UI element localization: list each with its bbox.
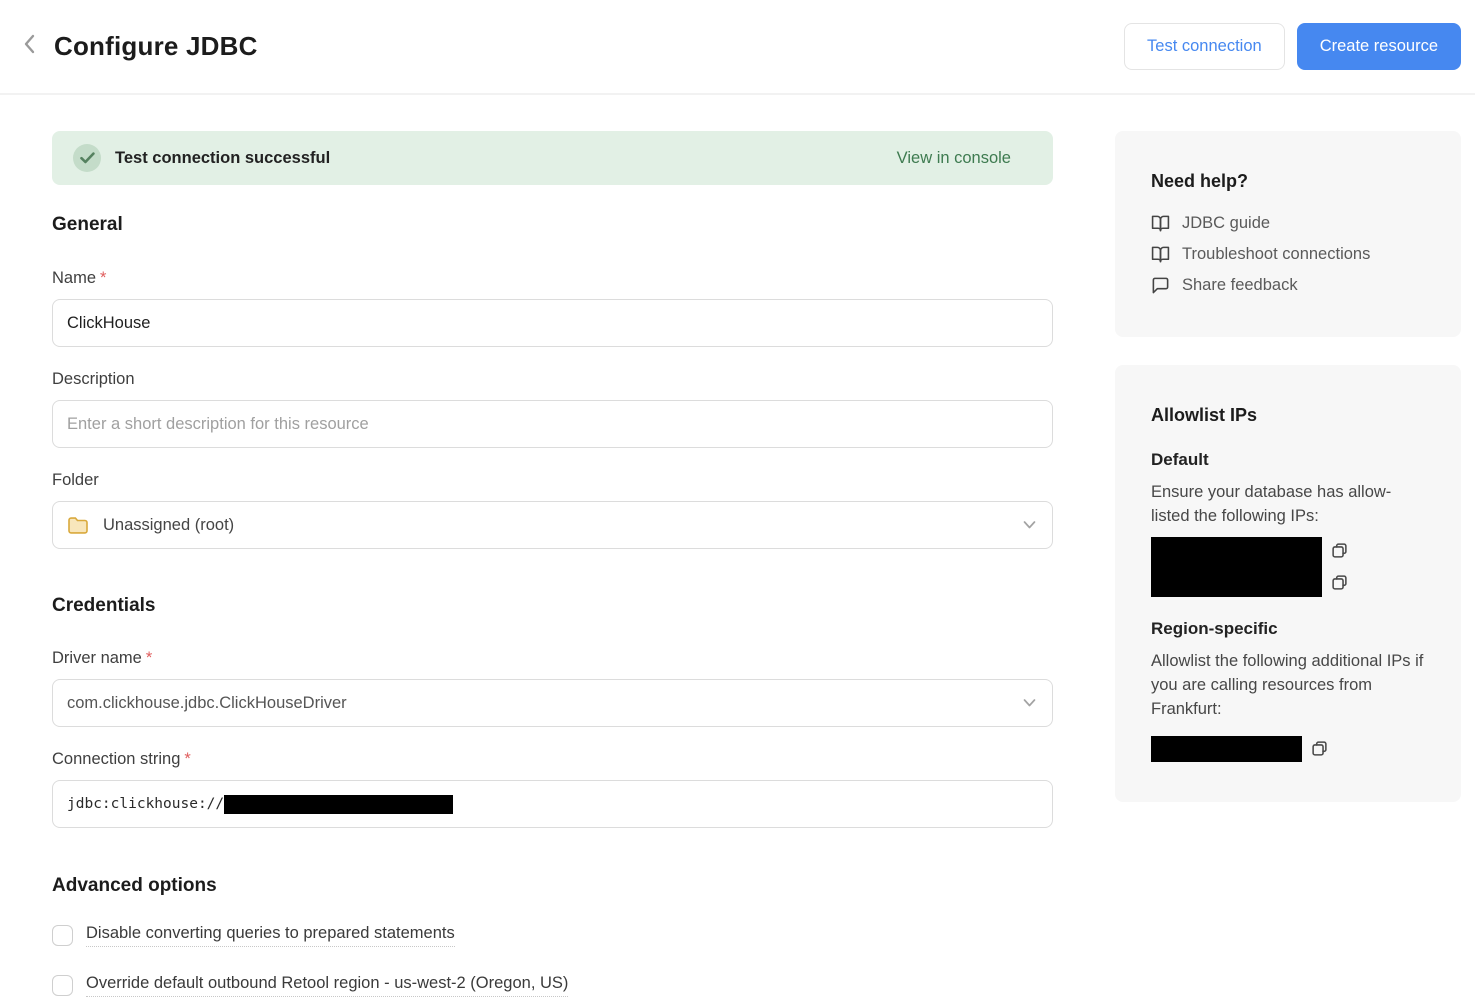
general-section-heading: General bbox=[52, 214, 1053, 236]
folder-icon bbox=[67, 516, 89, 535]
required-marker: * bbox=[146, 649, 152, 667]
book-open-icon bbox=[1151, 245, 1170, 264]
disable-prepared-statements-label[interactable]: Disable converting queries to prepared s… bbox=[86, 924, 455, 947]
redacted-connection-string bbox=[224, 795, 453, 814]
create-resource-button[interactable]: Create resource bbox=[1297, 23, 1461, 70]
option-row-override-region: Override default outbound Retool region … bbox=[52, 974, 1053, 997]
sidebar: Need help? JDBC guide Troubleshoot conne… bbox=[1115, 131, 1461, 997]
allowlist-ips-card: Allowlist IPs Default Ensure your databa… bbox=[1115, 365, 1461, 802]
connection-string-field-label: Connection string* bbox=[52, 750, 1053, 769]
jdbc-guide-link[interactable]: JDBC guide bbox=[1151, 214, 1425, 233]
folder-select[interactable]: Unassigned (root) bbox=[52, 501, 1053, 549]
connection-string-input[interactable]: jdbc:clickhouse:// bbox=[52, 780, 1053, 828]
default-ip-list bbox=[1151, 537, 1425, 597]
back-button[interactable] bbox=[16, 33, 44, 61]
copy-ip-1-icon[interactable] bbox=[1331, 542, 1348, 559]
chevron-left-icon bbox=[23, 33, 37, 60]
name-input[interactable] bbox=[52, 299, 1053, 347]
advanced-options-heading: Advanced options bbox=[52, 875, 1053, 897]
allowlist-region-description: Allowlist the following additional IPs i… bbox=[1151, 650, 1425, 722]
override-region-checkbox[interactable] bbox=[52, 975, 73, 996]
chat-bubble-icon bbox=[1151, 276, 1170, 295]
test-connection-button[interactable]: Test connection bbox=[1124, 23, 1285, 70]
share-feedback-link[interactable]: Share feedback bbox=[1151, 276, 1425, 295]
success-banner: Test connection successful View in conso… bbox=[52, 131, 1053, 185]
connection-string-prefix: jdbc:clickhouse:// bbox=[67, 796, 224, 812]
view-in-console-link[interactable]: View in console bbox=[897, 149, 1011, 168]
redacted-region-ip bbox=[1151, 736, 1302, 762]
driver-name-field-label: Driver name* bbox=[52, 649, 1053, 668]
disable-prepared-statements-checkbox[interactable] bbox=[52, 925, 73, 946]
share-feedback-label: Share feedback bbox=[1182, 276, 1298, 295]
need-help-card: Need help? JDBC guide Troubleshoot conne… bbox=[1115, 131, 1461, 337]
page-title: Configure JDBC bbox=[54, 31, 258, 62]
jdbc-guide-label: JDBC guide bbox=[1182, 214, 1270, 233]
header-actions: Test connection Create resource bbox=[1124, 23, 1461, 70]
chevron-down-icon bbox=[1023, 699, 1036, 708]
required-marker: * bbox=[184, 750, 190, 768]
folder-select-value: Unassigned (root) bbox=[103, 516, 234, 535]
copy-region-ip-icon[interactable] bbox=[1311, 740, 1328, 757]
troubleshoot-connections-label: Troubleshoot connections bbox=[1182, 245, 1370, 264]
folder-field-label: Folder bbox=[52, 471, 1053, 490]
success-check-icon bbox=[73, 144, 101, 172]
book-open-icon bbox=[1151, 214, 1170, 233]
allowlist-ips-heading: Allowlist IPs bbox=[1151, 405, 1425, 426]
name-field-label: Name* bbox=[52, 269, 1053, 288]
success-banner-message: Test connection successful bbox=[115, 149, 330, 168]
allowlist-default-description: Ensure your database has allow-listed th… bbox=[1151, 481, 1425, 529]
credentials-section-heading: Credentials bbox=[52, 595, 1053, 617]
allowlist-region-heading: Region-specific bbox=[1151, 619, 1425, 639]
driver-name-select-value: com.clickhouse.jdbc.ClickHouseDriver bbox=[67, 694, 347, 713]
driver-name-select[interactable]: com.clickhouse.jdbc.ClickHouseDriver bbox=[52, 679, 1053, 727]
override-region-label[interactable]: Override default outbound Retool region … bbox=[86, 974, 568, 997]
redacted-default-ips bbox=[1151, 537, 1322, 597]
allowlist-default-heading: Default bbox=[1151, 450, 1425, 470]
required-marker: * bbox=[100, 269, 106, 287]
chevron-down-icon bbox=[1023, 521, 1036, 530]
main-form-column: Test connection successful View in conso… bbox=[52, 131, 1053, 997]
page-header: Configure JDBC Test connection Create re… bbox=[0, 0, 1475, 95]
copy-ip-2-icon[interactable] bbox=[1331, 574, 1348, 591]
option-row-prepared-statements: Disable converting queries to prepared s… bbox=[52, 924, 1053, 947]
description-field-label: Description bbox=[52, 370, 1053, 389]
description-input[interactable] bbox=[52, 400, 1053, 448]
region-ip-list bbox=[1151, 736, 1425, 762]
troubleshoot-connections-link[interactable]: Troubleshoot connections bbox=[1151, 245, 1425, 264]
need-help-heading: Need help? bbox=[1151, 171, 1425, 192]
